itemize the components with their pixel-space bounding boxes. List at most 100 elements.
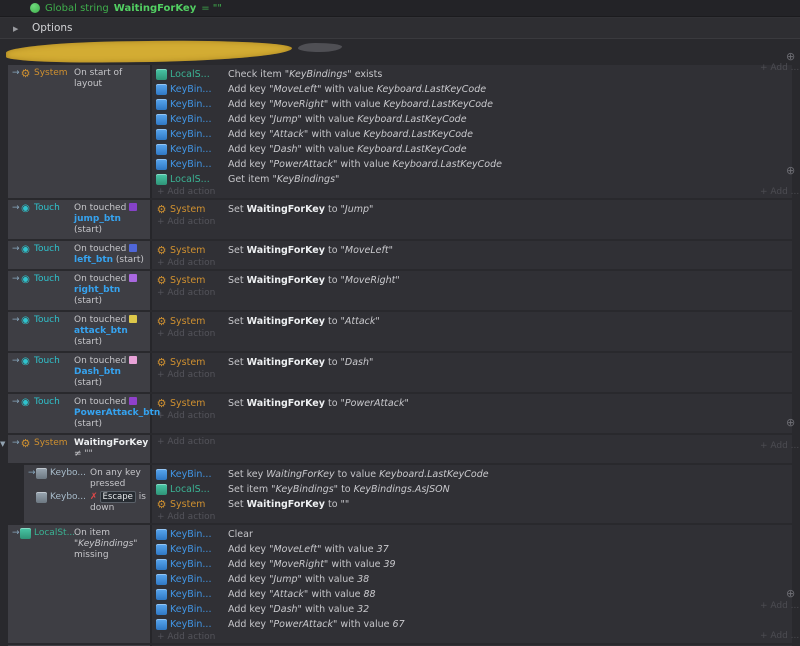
text-segment: Dash_btn	[74, 367, 121, 377]
event-block[interactable]: TouchOn touched left_btn (start) SystemSe…	[8, 241, 792, 269]
global-variable-value: = ""	[201, 3, 222, 14]
collapse-expanded-icon[interactable]	[0, 438, 8, 449]
collapse-collapsed-icon[interactable]	[13, 22, 21, 34]
add-action-plus-icon[interactable]	[786, 417, 798, 429]
action[interactable]: LocalS...Get item "KeyBindings"	[156, 172, 792, 187]
action[interactable]: KeyBin...Add key "MoveRight" with value …	[156, 557, 792, 572]
condition[interactable]: TouchOn touched Dash_btn (start)	[10, 355, 148, 390]
action[interactable]: SystemSet WaitingForKey to "MoveLeft"	[156, 243, 792, 258]
global-variable-row[interactable]: Global string WaitingForKey = ""	[0, 0, 800, 17]
condition[interactable]: TouchOn touched attack_btn (start)	[10, 314, 148, 349]
action[interactable]: SystemSet WaitingForKey to "PowerAttack"	[156, 396, 792, 411]
text-segment: PowerAttack_btn	[74, 408, 160, 418]
text-segment: WaitingForKey	[247, 398, 325, 409]
action[interactable]: KeyBin...Add key "MoveRight" with value …	[156, 97, 792, 112]
conditions-cell: SystemOn start of layout	[8, 65, 152, 198]
add-event-plus-icon[interactable]	[786, 51, 798, 63]
action[interactable]: KeyBin...Add key "Attack" with value 88	[156, 587, 792, 602]
text-segment: "MoveRight"	[341, 275, 400, 286]
action[interactable]: KeyBin...Add key "MoveLeft" with value 3…	[156, 542, 792, 557]
condition-text: On any key pressed	[90, 468, 148, 490]
action[interactable]: KeyBin...Add key "PowerAttack" with valu…	[156, 617, 792, 632]
add-action-plus-icon[interactable]	[786, 165, 798, 177]
action[interactable]: KeyBin...Add key "Dash" with value 32	[156, 602, 792, 617]
condition[interactable]: TouchOn touched right_btn (start)	[10, 273, 148, 308]
text-segment: Keyboard.LastKeyCode	[363, 129, 472, 140]
add-hint[interactable]: + Add ...	[760, 441, 800, 451]
add-action-link[interactable]: + Add action	[156, 288, 792, 299]
condition[interactable]: TouchOn touched PowerAttack_btn (start)	[10, 396, 148, 431]
system-icon	[156, 204, 167, 215]
system-icon	[156, 357, 167, 368]
action[interactable]: KeyBin...Add key "Jump" with value 38	[156, 572, 792, 587]
object-color-swatch	[129, 397, 137, 405]
event-block[interactable]: TouchOn touched jump_btn (start) SystemSe…	[8, 200, 792, 239]
action[interactable]: KeyBin...Add key "Jump" with value Keybo…	[156, 112, 792, 127]
condition[interactable]: LocalSt...On item "KeyBindings" missing	[10, 527, 148, 562]
add-event-plus-icon[interactable]	[786, 588, 798, 600]
system-icon	[156, 499, 167, 510]
action[interactable]: LocalS...Check item "KeyBindings" exists	[156, 67, 792, 82]
add-action-link[interactable]: + Add action	[156, 512, 792, 523]
event-block[interactable]: TouchOn touched attack_btn (start) System…	[8, 312, 792, 351]
action[interactable]: SystemSet WaitingForKey to "Jump"	[156, 202, 792, 217]
text-segment: On touched	[74, 356, 129, 366]
event-arrow-icon	[10, 315, 20, 326]
add-action-link[interactable]: + Add action	[156, 258, 792, 269]
action[interactable]: KeyBin...Add key "Dash" with value Keybo…	[156, 142, 792, 157]
localstorage-icon	[156, 484, 167, 495]
add-hint[interactable]: + Add ...	[760, 63, 800, 73]
action[interactable]: KeyBin...Add key "MoveLeft" with value K…	[156, 82, 792, 97]
action[interactable]: SystemSet WaitingForKey to "MoveRight"	[156, 273, 792, 288]
condition[interactable]: SystemWaitingForKey ≠ ""	[10, 437, 148, 461]
action[interactable]: LocalS...Set item "KeyBindings" to KeyBi…	[156, 482, 792, 497]
condition-object-name: Keybo...	[50, 492, 90, 503]
condition[interactable]: SystemOn start of layout	[10, 67, 148, 91]
add-action-link[interactable]: + Add action	[156, 187, 792, 198]
add-action-link[interactable]: + Add action	[156, 329, 792, 340]
condition[interactable]: Keybo...On any key pressed	[26, 467, 148, 491]
condition[interactable]: TouchOn touched left_btn (start)	[10, 243, 148, 267]
text-segment: with value	[321, 84, 376, 95]
add-hint[interactable]: + Add ...	[760, 187, 800, 197]
add-action-link[interactable]: + Add action	[156, 411, 792, 422]
event-block[interactable]: TouchOn touched right_btn (start) SystemS…	[8, 271, 792, 310]
action[interactable]: KeyBin...Add key "PowerAttack" with valu…	[156, 157, 792, 172]
add-action-link[interactable]: + Add action	[156, 632, 792, 643]
event-block[interactable]: SystemOn start of layout LocalS...Check i…	[8, 65, 792, 198]
action[interactable]: SystemSet WaitingForKey to ""	[156, 497, 792, 512]
action[interactable]: SystemSet WaitingForKey to "Dash"	[156, 355, 792, 370]
event-block[interactable]: LocalSt...On item "KeyBindings" missing K…	[8, 525, 792, 643]
event-block[interactable]: TouchOn touched Dash_btn (start) SystemSe…	[8, 353, 792, 392]
touch-icon	[20, 397, 31, 408]
add-hint[interactable]: + Add ...	[760, 631, 800, 641]
action-object-name: System	[170, 499, 228, 510]
add-action-link[interactable]: + Add action	[156, 370, 792, 381]
condition-object-name: System	[34, 438, 74, 449]
options-group-label: Options	[32, 22, 73, 34]
condition[interactable]: TouchOn touched jump_btn (start)	[10, 202, 148, 237]
text-segment: Set	[228, 245, 247, 256]
add-hint[interactable]: + Add ...	[760, 601, 800, 611]
action-text: Check item "KeyBindings" exists	[228, 69, 382, 80]
add-action-link[interactable]: + Add action	[156, 217, 792, 228]
event-block[interactable]: TouchOn touched PowerAttack_btn (start) S…	[8, 394, 792, 433]
action-text: Add key "MoveLeft" with value Keyboard.L…	[228, 84, 486, 95]
action[interactable]: KeyBin...Set key WaitingForKey to value …	[156, 467, 792, 482]
text-segment: Keyboard.LastKeyCode	[393, 159, 502, 170]
text-segment: Add key	[228, 99, 269, 110]
options-group-header[interactable]: Options	[0, 17, 800, 39]
dictionary-icon	[156, 619, 167, 630]
condition[interactable]: Keybo...Escape is down	[26, 491, 148, 515]
object-color-swatch	[129, 274, 137, 282]
text-segment: Set key	[228, 469, 266, 480]
redaction-scribble	[6, 40, 292, 64]
add-action-link[interactable]: + Add action	[156, 437, 792, 448]
action[interactable]: SystemSet WaitingForKey to "Attack"	[156, 314, 792, 329]
sub-event-block[interactable]: Keybo...On any key pressedKeybo...Escape…	[24, 465, 792, 523]
event-block[interactable]: SystemWaitingForKey ≠ "" + Add action	[8, 435, 792, 463]
system-icon	[156, 316, 167, 327]
action[interactable]: KeyBin...Clear	[156, 527, 792, 542]
action[interactable]: KeyBin...Add key "Attack" with value Key…	[156, 127, 792, 142]
text-segment: WaitingForKey	[247, 204, 325, 215]
